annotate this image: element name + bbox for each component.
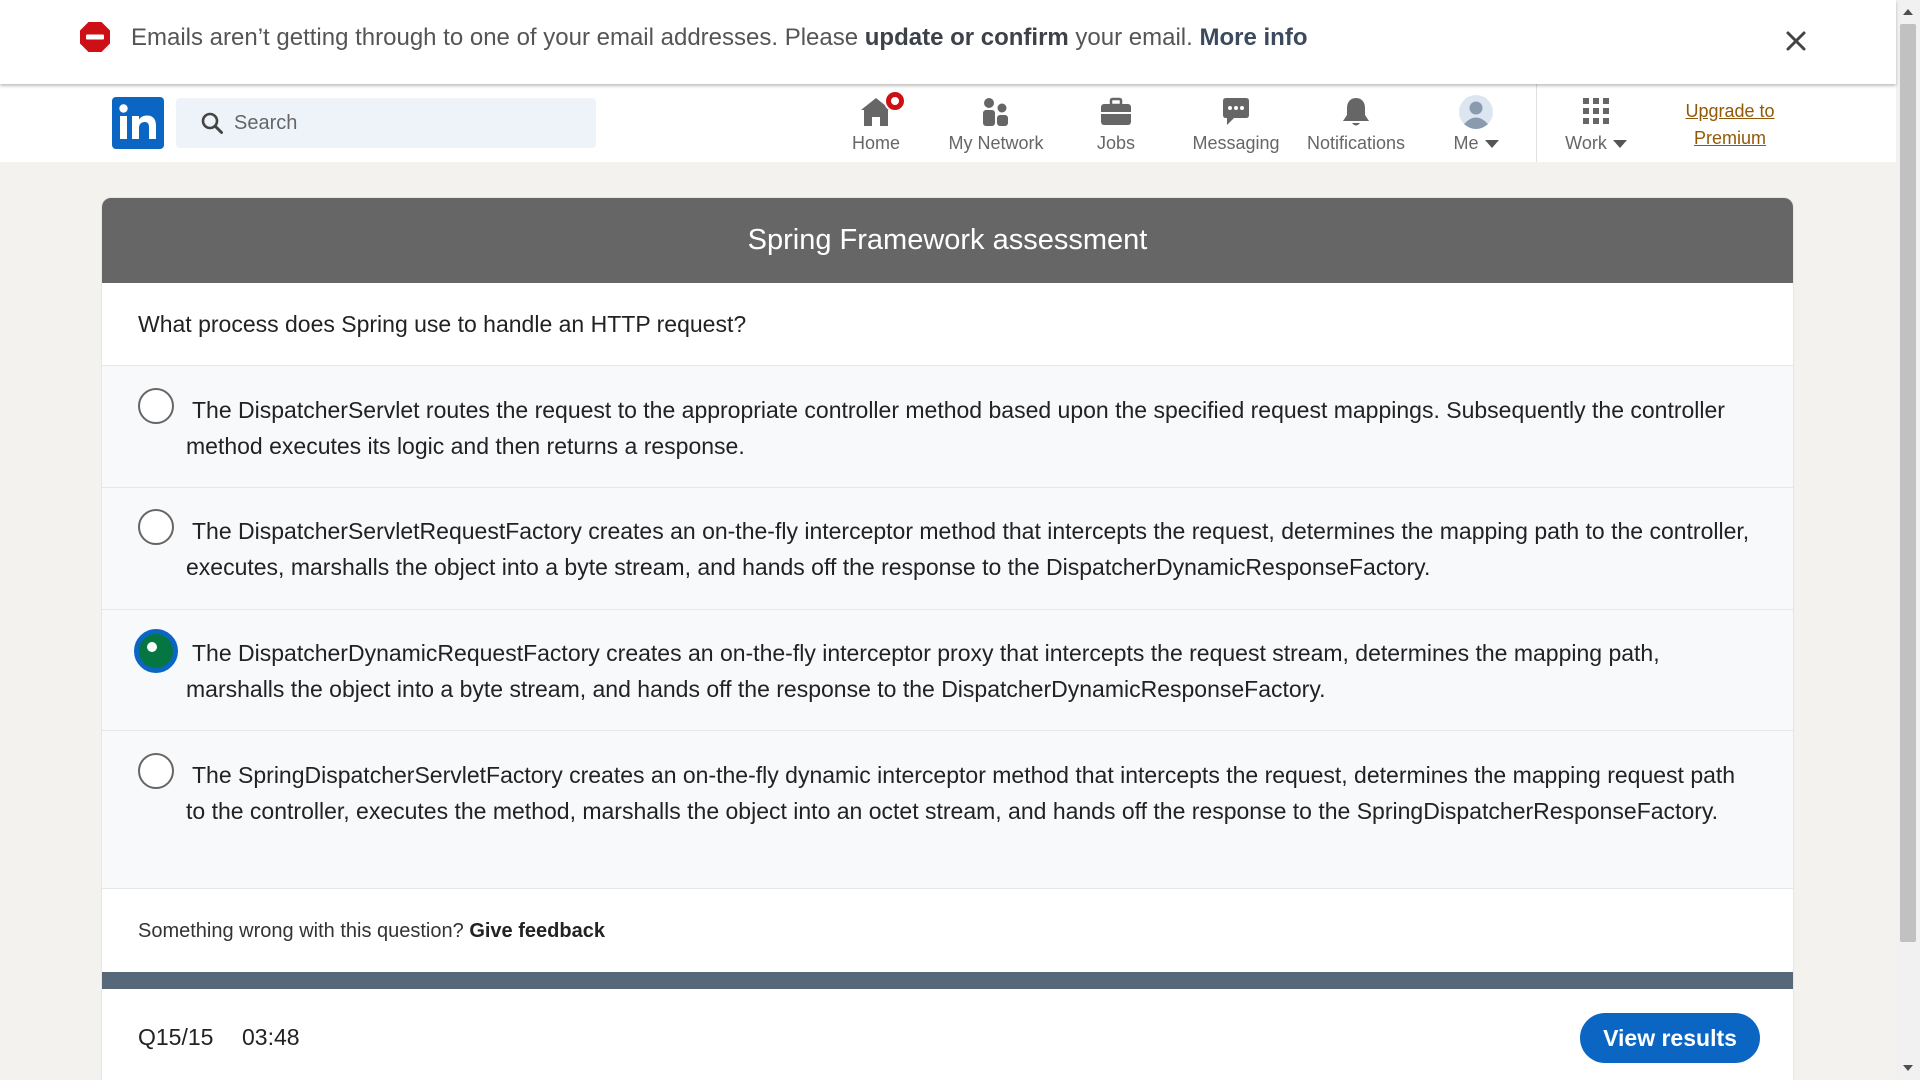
answer-option-text: The DispatcherDynamicRequestFactory crea… (186, 640, 1660, 702)
work-label-text: Work (1565, 133, 1607, 153)
radio-button[interactable] (138, 388, 174, 424)
close-icon[interactable] (1782, 27, 1810, 55)
alert-message: Emails aren’t getting through to one of … (131, 24, 1307, 52)
nav-me[interactable]: Me (1417, 84, 1535, 162)
answer-option-1[interactable]: The DispatcherServlet routes the request… (102, 366, 1793, 488)
nav-home-label: Home (851, 133, 900, 153)
briefcase-icon (1101, 97, 1131, 125)
alert-message-tail: your email. (1068, 24, 1200, 51)
nav-work-label: Work (1537, 132, 1655, 154)
nav-notifications-label: Notifications (1306, 133, 1406, 153)
more-info-link[interactable]: More info (1199, 24, 1307, 51)
timer: 03:48 (242, 1024, 300, 1050)
answer-options: The DispatcherServlet routes the request… (102, 366, 1793, 889)
global-nav: Home My Network Jobs Messaging (0, 84, 1896, 162)
bell-icon (1343, 98, 1369, 126)
page-scrollbar[interactable] (1896, 0, 1920, 1080)
me-label-text: Me (1453, 133, 1479, 153)
scrollbar-thumb[interactable] (1900, 24, 1916, 942)
nav-jobs-label: Jobs (1096, 133, 1136, 153)
upgrade-premium-link[interactable]: Upgrade to Premium (1680, 98, 1780, 152)
assessment-card: Spring Framework assessment What process… (101, 197, 1794, 1080)
search-input[interactable] (234, 98, 584, 148)
nav-notifications[interactable]: Notifications (1297, 84, 1415, 162)
answer-option-text: The SpringDispatcherServletFactory creat… (186, 762, 1736, 824)
email-alert-banner: Emails aren’t getting through to one of … (0, 0, 1896, 84)
alert-message-text: Emails aren’t getting through to one of … (131, 24, 865, 51)
grid-icon (1583, 98, 1609, 124)
upgrade-line-1: Upgrade to (1685, 101, 1775, 121)
radio-button[interactable] (138, 509, 174, 545)
assessment-title: Spring Framework assessment (102, 198, 1793, 283)
answer-option-4[interactable]: The SpringDispatcherServletFactory creat… (102, 731, 1793, 889)
give-feedback-link[interactable]: Give feedback (469, 920, 605, 942)
question-text: What process does Spring use to handle a… (102, 283, 1793, 366)
progress-bar (102, 972, 1793, 989)
search-box[interactable] (176, 98, 596, 148)
linkedin-logo[interactable] (112, 97, 164, 149)
network-icon (983, 98, 1008, 126)
messaging-icon (1223, 98, 1249, 125)
avatar-icon (1459, 95, 1493, 129)
radio-button-selected[interactable] (134, 629, 178, 673)
search-icon (201, 112, 223, 134)
radio-button[interactable] (138, 753, 174, 789)
feedback-row: Something wrong with this question? Give… (102, 889, 1793, 973)
stop-icon (80, 22, 110, 52)
question-counter: Q15/15 (138, 1024, 214, 1050)
feedback-prompt: Something wrong with this question? (138, 920, 470, 942)
scroll-down-arrow-icon[interactable] (1896, 1058, 1920, 1078)
scroll-up-arrow-icon[interactable] (1896, 2, 1920, 22)
linkedin-logo-icon (119, 104, 156, 139)
nav-my-network-label: My Network (948, 133, 1044, 153)
answer-option-text: The DispatcherServletRequestFactory crea… (186, 518, 1750, 580)
answer-option-2[interactable]: The DispatcherServletRequestFactory crea… (102, 488, 1793, 610)
answer-option-3[interactable]: The DispatcherDynamicRequestFactory crea… (102, 610, 1793, 731)
progress-fill (102, 972, 1793, 989)
nav-me-label: Me (1417, 132, 1535, 154)
nav-my-network[interactable]: My Network (937, 84, 1055, 162)
upgrade-line-2: Premium (1693, 128, 1766, 148)
nav-work[interactable]: Work (1537, 84, 1655, 162)
notification-badge (884, 90, 906, 112)
chevron-down-icon (1612, 140, 1627, 149)
nav-jobs[interactable]: Jobs (1057, 84, 1175, 162)
update-email-link[interactable]: update or confirm (865, 24, 1069, 51)
nav-home[interactable]: Home (817, 84, 935, 162)
answer-option-text: The DispatcherServlet routes the request… (186, 397, 1725, 459)
view-results-button[interactable]: View results (1580, 1013, 1760, 1063)
nav-messaging-label: Messaging (1192, 133, 1280, 153)
nav-messaging[interactable]: Messaging (1177, 84, 1295, 162)
assessment-footer: Q15/15 03:48 View results (102, 989, 1793, 1080)
chevron-down-icon (1484, 140, 1499, 149)
